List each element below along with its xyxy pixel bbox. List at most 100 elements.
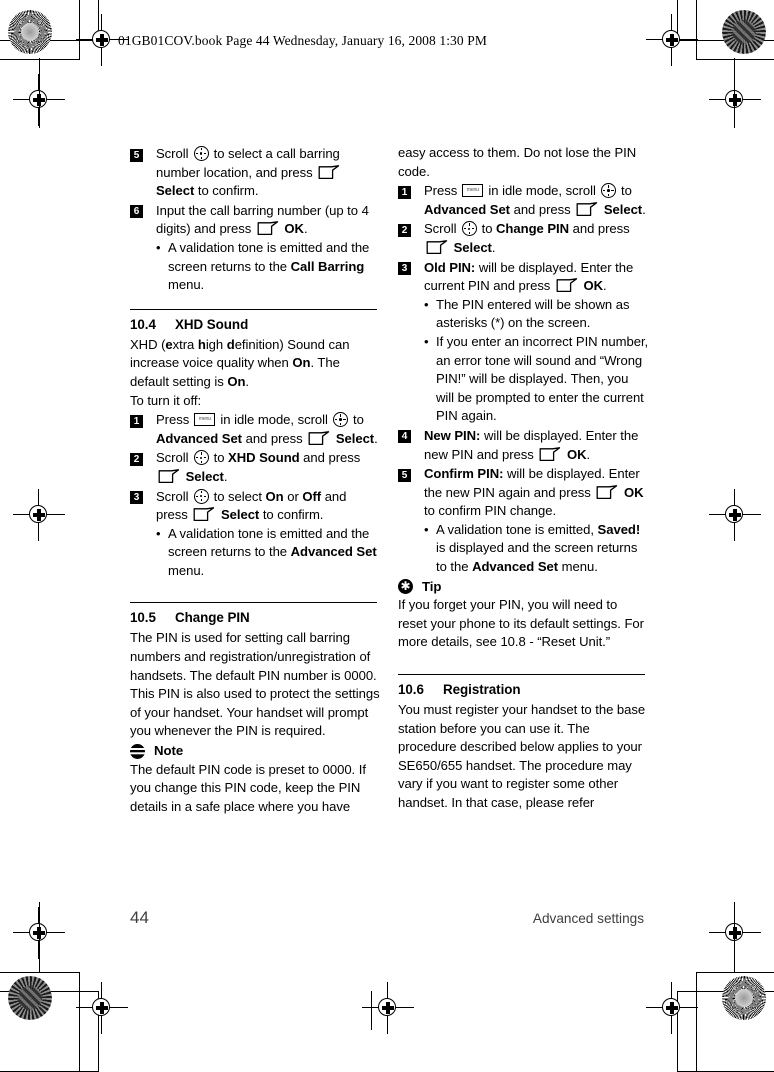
menu-key-icon: menu	[462, 184, 484, 198]
section-105-body: The PIN is used for setting call barring…	[130, 630, 380, 739]
step-text-bold: Select	[603, 201, 643, 217]
step-text-part: .	[374, 430, 378, 446]
text-bold: On	[227, 373, 246, 389]
step-text-part: Scroll	[156, 450, 193, 466]
step-text-part: .	[303, 221, 308, 237]
soft-key-icon	[257, 221, 279, 236]
step-text: New PIN: will be displayed. Enter the ne…	[424, 427, 649, 464]
soft-key-icon	[426, 240, 448, 255]
step-text-bold: Select	[156, 183, 195, 199]
step-text: Scroll to select a call barring number l…	[156, 145, 381, 201]
note-icon	[130, 743, 145, 759]
step-item: 3 Scroll to select On or Off and press S…	[130, 488, 381, 581]
section-title: XHD Sound	[175, 316, 249, 332]
step-text: Confirm PIN: will be displayed. Enter th…	[424, 465, 649, 577]
step-text-part: to confirm.	[259, 507, 324, 523]
soft-key-icon	[596, 484, 618, 500]
section-104-lead: To turn it off:	[130, 392, 202, 408]
step-text-part: Scroll	[156, 146, 193, 161]
note-body: The default PIN code is preset to 0000. …	[130, 761, 366, 814]
step-item: 6 Input the call barring number (up to 4…	[130, 202, 381, 295]
bullet-item: • A validation tone is emitted and the s…	[156, 525, 381, 581]
section-heading-10-6: 10.6 Registration	[398, 680, 649, 699]
step-text-part: to	[617, 183, 632, 199]
text-part: .	[245, 373, 249, 389]
step-text-part: .	[586, 446, 591, 462]
step-text-part: and press	[569, 221, 630, 237]
soft-key-icon	[308, 430, 330, 446]
section-title: Change PIN	[175, 610, 250, 626]
bullet-text-bold: Advanced Set	[290, 544, 377, 560]
bullet-text: A validation tone is emitted and the scr…	[168, 239, 381, 295]
bullet-item: • A validation tone is emitted and the s…	[156, 239, 381, 295]
section-heading-10-4: 10.4 XHD Sound	[130, 315, 381, 334]
soft-key-icon	[576, 201, 598, 217]
bullet-text-part: menu.	[168, 277, 205, 293]
step-text-bold: Advanced Set	[424, 201, 510, 217]
bullet-text: The PIN entered will be shown as asteris…	[436, 296, 630, 331]
bullet-text: A validation tone is emitted and the scr…	[168, 525, 381, 581]
step-text-bold: Select	[220, 507, 260, 523]
step-text-bold: New PIN:	[424, 427, 481, 443]
step-text-part: to	[349, 412, 364, 428]
page-footer: 44 Advanced settings	[130, 908, 644, 928]
scroll-key-icon	[461, 221, 477, 237]
bullet-marker: •	[424, 296, 429, 312]
bullet-marker: •	[156, 525, 161, 541]
text-bold: On	[292, 355, 311, 371]
step-text-part: to	[210, 450, 229, 466]
step-text-part: Scroll	[424, 221, 461, 237]
step-number: 3	[398, 262, 411, 276]
step-text: Input the call barring number (up to 4 d…	[156, 202, 381, 295]
step-number: 4	[398, 430, 411, 444]
step-item: 2 Scroll to XHD Sound and press Select.	[130, 449, 381, 486]
section-title: Registration	[443, 682, 521, 698]
note-label: Note	[154, 743, 184, 759]
step-text-part: .	[491, 239, 496, 255]
step-number: 1	[398, 185, 411, 199]
step-text: Scroll to XHD Sound and press Select.	[156, 449, 381, 486]
section-divider	[130, 602, 377, 604]
soft-key-icon	[556, 278, 578, 293]
step-text-bold: OK	[623, 484, 644, 500]
step-text-part: and press	[299, 450, 361, 466]
step-text-part: to select	[210, 488, 266, 504]
step-number: 3	[130, 491, 143, 504]
text-part: XHD (	[130, 336, 166, 352]
bullet-text-part: menu.	[558, 559, 598, 575]
step-text: Old PIN: will be displayed. Enter the cu…	[424, 259, 649, 426]
step-text-part: to	[478, 221, 497, 237]
left-column: 5 Scroll to select a call barring number…	[130, 144, 381, 816]
step-text-bold: Off	[302, 488, 322, 504]
bullet-text: If you enter an incorrect PIN number, an…	[436, 333, 649, 424]
step-item: 5 Scroll to select a call barring number…	[130, 145, 381, 201]
step-number: 2	[130, 452, 143, 466]
page-content: 5 Scroll to select a call barring number…	[0, 0, 774, 1030]
bullet-marker: •	[424, 521, 429, 537]
step-text-part: .	[603, 278, 607, 294]
bullet-text-part: menu.	[168, 562, 205, 578]
right-column: easy access to them. Do not lose the PIN…	[398, 144, 649, 813]
step-item: 1 Press menu in idle mode, scroll to Adv…	[398, 182, 649, 219]
section-number: 10.5	[130, 610, 156, 626]
step-text-bold: Old PIN:	[424, 259, 476, 275]
step-number: 1	[130, 414, 143, 428]
soft-key-icon	[193, 507, 215, 522]
scroll-key-icon	[193, 450, 209, 466]
step-text-bold: OK	[284, 221, 304, 237]
scroll-key-icon	[332, 412, 348, 428]
scroll-key-icon	[193, 146, 209, 161]
step-text-bold: OK	[583, 278, 604, 294]
step-number: 2	[398, 223, 411, 237]
step-text: Scroll to select On or Off and press Sel…	[156, 488, 381, 581]
step-text: Press menu in idle mode, scroll to Advan…	[424, 182, 649, 219]
step-number: 5	[130, 148, 143, 162]
step-text-part: in idle mode, scroll	[484, 183, 600, 199]
step-text-part: Press	[424, 183, 461, 199]
footer-chapter-title: Advanced settings	[532, 911, 644, 926]
soft-key-icon	[158, 469, 180, 484]
page-number: 44	[130, 908, 149, 927]
text-bold: e	[165, 336, 173, 352]
step-text-part: to confirm PIN change.	[424, 503, 557, 519]
soft-key-icon	[539, 446, 561, 462]
